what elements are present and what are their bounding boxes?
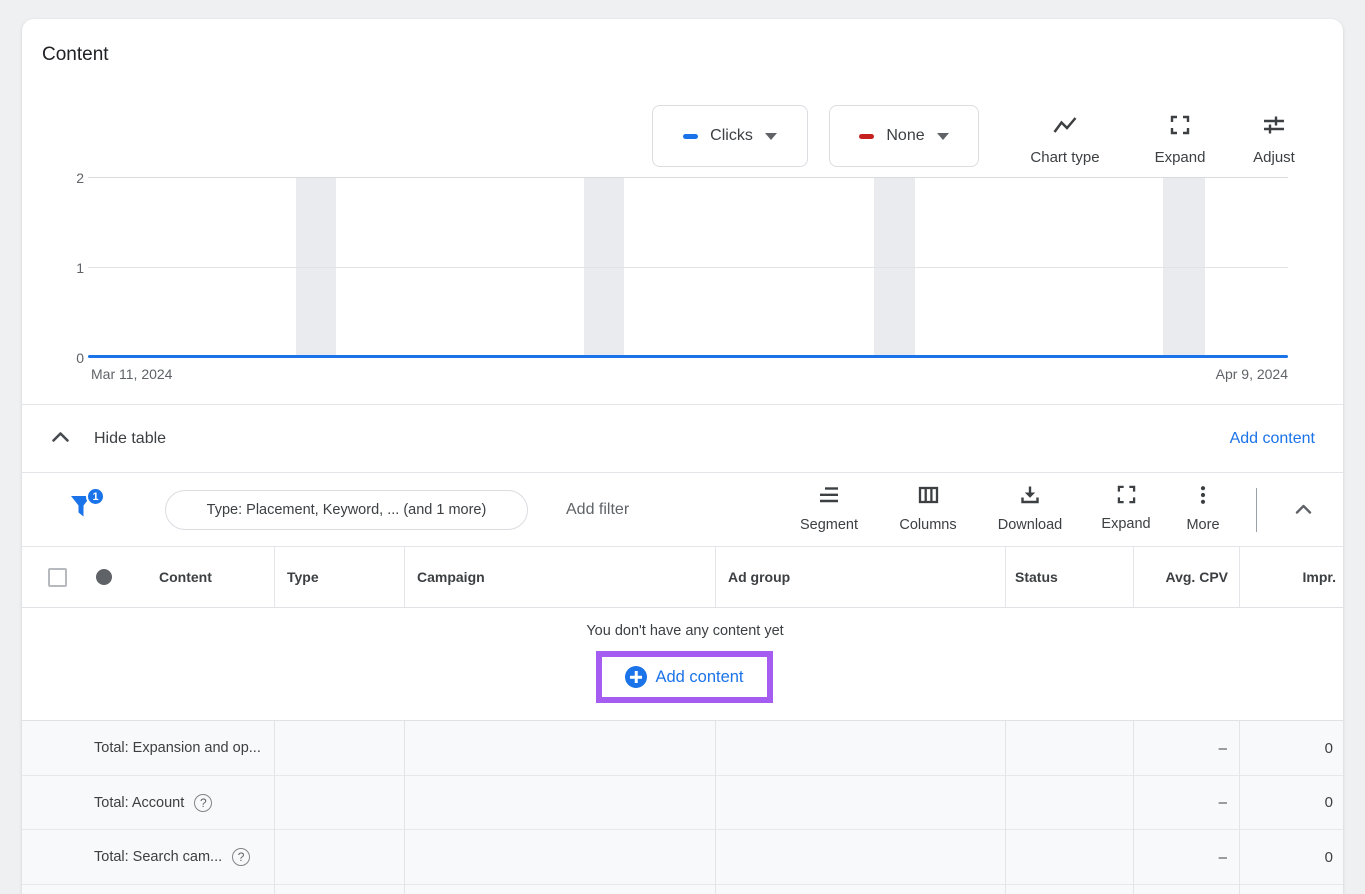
gridline-1	[88, 267, 1288, 268]
chart-type-icon	[1052, 115, 1078, 140]
chevron-down-icon	[937, 133, 949, 140]
more-label: More	[1186, 517, 1219, 533]
column-header-avg-cpv[interactable]: Avg. CPV	[1166, 547, 1229, 608]
chart-adjust-button[interactable]: Adjust	[1224, 115, 1324, 167]
y-axis-tick: 1	[44, 260, 84, 276]
segment-button[interactable]: Segment	[784, 485, 874, 537]
total-impr-value: 0	[1325, 721, 1333, 775]
clicks-series-line	[88, 355, 1288, 358]
chart-type-label: Chart type	[1030, 149, 1099, 166]
expand-icon	[1170, 115, 1190, 140]
content-card: Content Clicks None Chart type Expand	[22, 19, 1343, 894]
plus-circle-icon	[625, 666, 647, 688]
table-visibility-bar: Hide table Add content	[22, 404, 1343, 473]
column-divider	[404, 547, 405, 607]
column-divider	[715, 547, 716, 607]
segment-label: Segment	[800, 517, 858, 533]
column-header-type[interactable]: Type	[287, 547, 319, 608]
column-divider	[274, 721, 275, 894]
active-filter-chip[interactable]: Type: Placement, Keyword, ... (and 1 mor…	[165, 490, 528, 530]
column-divider	[404, 721, 405, 894]
total-impr-value: 0	[1325, 776, 1333, 829]
y-axis-tick: 0	[44, 350, 84, 366]
clicks-series-swatch	[683, 134, 698, 139]
total-avg-cpv-value: –	[1219, 776, 1227, 829]
status-dot-icon	[96, 569, 112, 585]
line-chart-plot-area	[88, 177, 1288, 357]
column-divider	[715, 721, 716, 894]
download-icon	[1020, 485, 1040, 510]
page-title: Content	[42, 44, 109, 66]
more-button[interactable]: More	[1158, 485, 1248, 537]
collapse-toolbar-button[interactable]	[1289, 497, 1317, 521]
toolbar-divider	[1256, 488, 1257, 532]
column-divider	[1005, 721, 1006, 894]
table-row-total-search: Total: Search cam... – 0	[22, 830, 1343, 885]
column-divider	[1005, 547, 1006, 607]
download-button[interactable]: Download	[985, 485, 1075, 537]
totals-section: Total: Expansion and op... – 0 Total: Ac…	[22, 721, 1343, 894]
total-avg-cpv-value: –	[1219, 721, 1227, 775]
help-icon[interactable]	[194, 794, 212, 812]
total-row-label: Total: Expansion and op...	[94, 740, 261, 756]
columns-icon	[918, 485, 939, 510]
chart-expand-label: Expand	[1155, 149, 1206, 166]
total-avg-cpv-value: –	[1219, 830, 1227, 884]
column-divider	[1133, 721, 1134, 894]
x-axis-end-label: Apr 9, 2024	[1216, 366, 1288, 382]
hide-table-toggle[interactable]: Hide table	[22, 430, 166, 448]
chart-expand-button[interactable]: Expand	[1130, 115, 1230, 167]
empty-state-message: You don't have any content yet	[586, 623, 783, 639]
table-expand-label: Expand	[1101, 516, 1150, 532]
x-axis-start-label: Mar 11, 2024	[91, 366, 172, 382]
column-header-status[interactable]: Status	[1015, 547, 1058, 608]
column-divider	[1133, 547, 1134, 607]
columns-button[interactable]: Columns	[883, 485, 973, 537]
chart-type-button[interactable]: Chart type	[1005, 115, 1125, 167]
add-content-button-label: Add content	[655, 668, 743, 687]
total-row-label: Total: Account	[94, 795, 184, 811]
help-icon[interactable]	[232, 848, 250, 866]
more-vert-icon	[1193, 485, 1213, 510]
column-header-campaign[interactable]: Campaign	[417, 547, 485, 608]
metric-selector-clicks[interactable]: Clicks	[652, 105, 808, 167]
chart-adjust-label: Adjust	[1253, 149, 1295, 166]
column-divider	[274, 547, 275, 607]
add-content-button[interactable]: Add content	[625, 666, 743, 688]
expand-icon	[1117, 485, 1136, 509]
gridline-2	[88, 177, 1288, 178]
adjust-sliders-icon	[1263, 115, 1285, 140]
metric-selector-none[interactable]: None	[829, 105, 979, 167]
table-header-row: Content Type Campaign Ad group Status Av…	[22, 547, 1343, 608]
add-filter-button[interactable]: Add filter	[566, 473, 629, 547]
column-header-impr[interactable]: Impr.	[1303, 547, 1336, 608]
chevron-down-icon	[765, 133, 777, 140]
download-label: Download	[998, 517, 1063, 533]
chevron-up-icon	[51, 430, 70, 448]
filter-funnel-button[interactable]: 1	[70, 487, 106, 529]
table-row-partial	[22, 885, 1343, 894]
none-series-swatch	[859, 134, 874, 139]
y-axis-tick: 2	[44, 170, 84, 186]
column-divider	[1239, 547, 1240, 607]
filter-toolbar: 1 Type: Placement, Keyword, ... (and 1 m…	[22, 473, 1343, 547]
empty-state-row: You don't have any content yet Add conte…	[22, 608, 1343, 721]
column-divider	[1239, 721, 1240, 894]
select-all-checkbox[interactable]	[48, 568, 67, 587]
filter-count-badge: 1	[86, 487, 105, 506]
metric-selector-label: None	[886, 127, 924, 145]
column-header-content[interactable]: Content	[159, 547, 212, 608]
table-row-total-expansion: Total: Expansion and op... – 0	[22, 721, 1343, 776]
columns-label: Columns	[899, 517, 956, 533]
total-row-label: Total: Search cam...	[94, 849, 222, 865]
purple-annotation-highlight: Add content	[596, 651, 773, 703]
column-header-ad-group[interactable]: Ad group	[728, 547, 790, 608]
total-impr-value: 0	[1325, 830, 1333, 884]
add-content-link[interactable]: Add content	[1230, 430, 1343, 448]
chevron-up-icon	[1295, 504, 1312, 515]
segment-icon	[818, 485, 840, 510]
table-row-total-account: Total: Account – 0	[22, 776, 1343, 830]
metric-selector-label: Clicks	[710, 127, 753, 145]
hide-table-label: Hide table	[94, 430, 166, 448]
